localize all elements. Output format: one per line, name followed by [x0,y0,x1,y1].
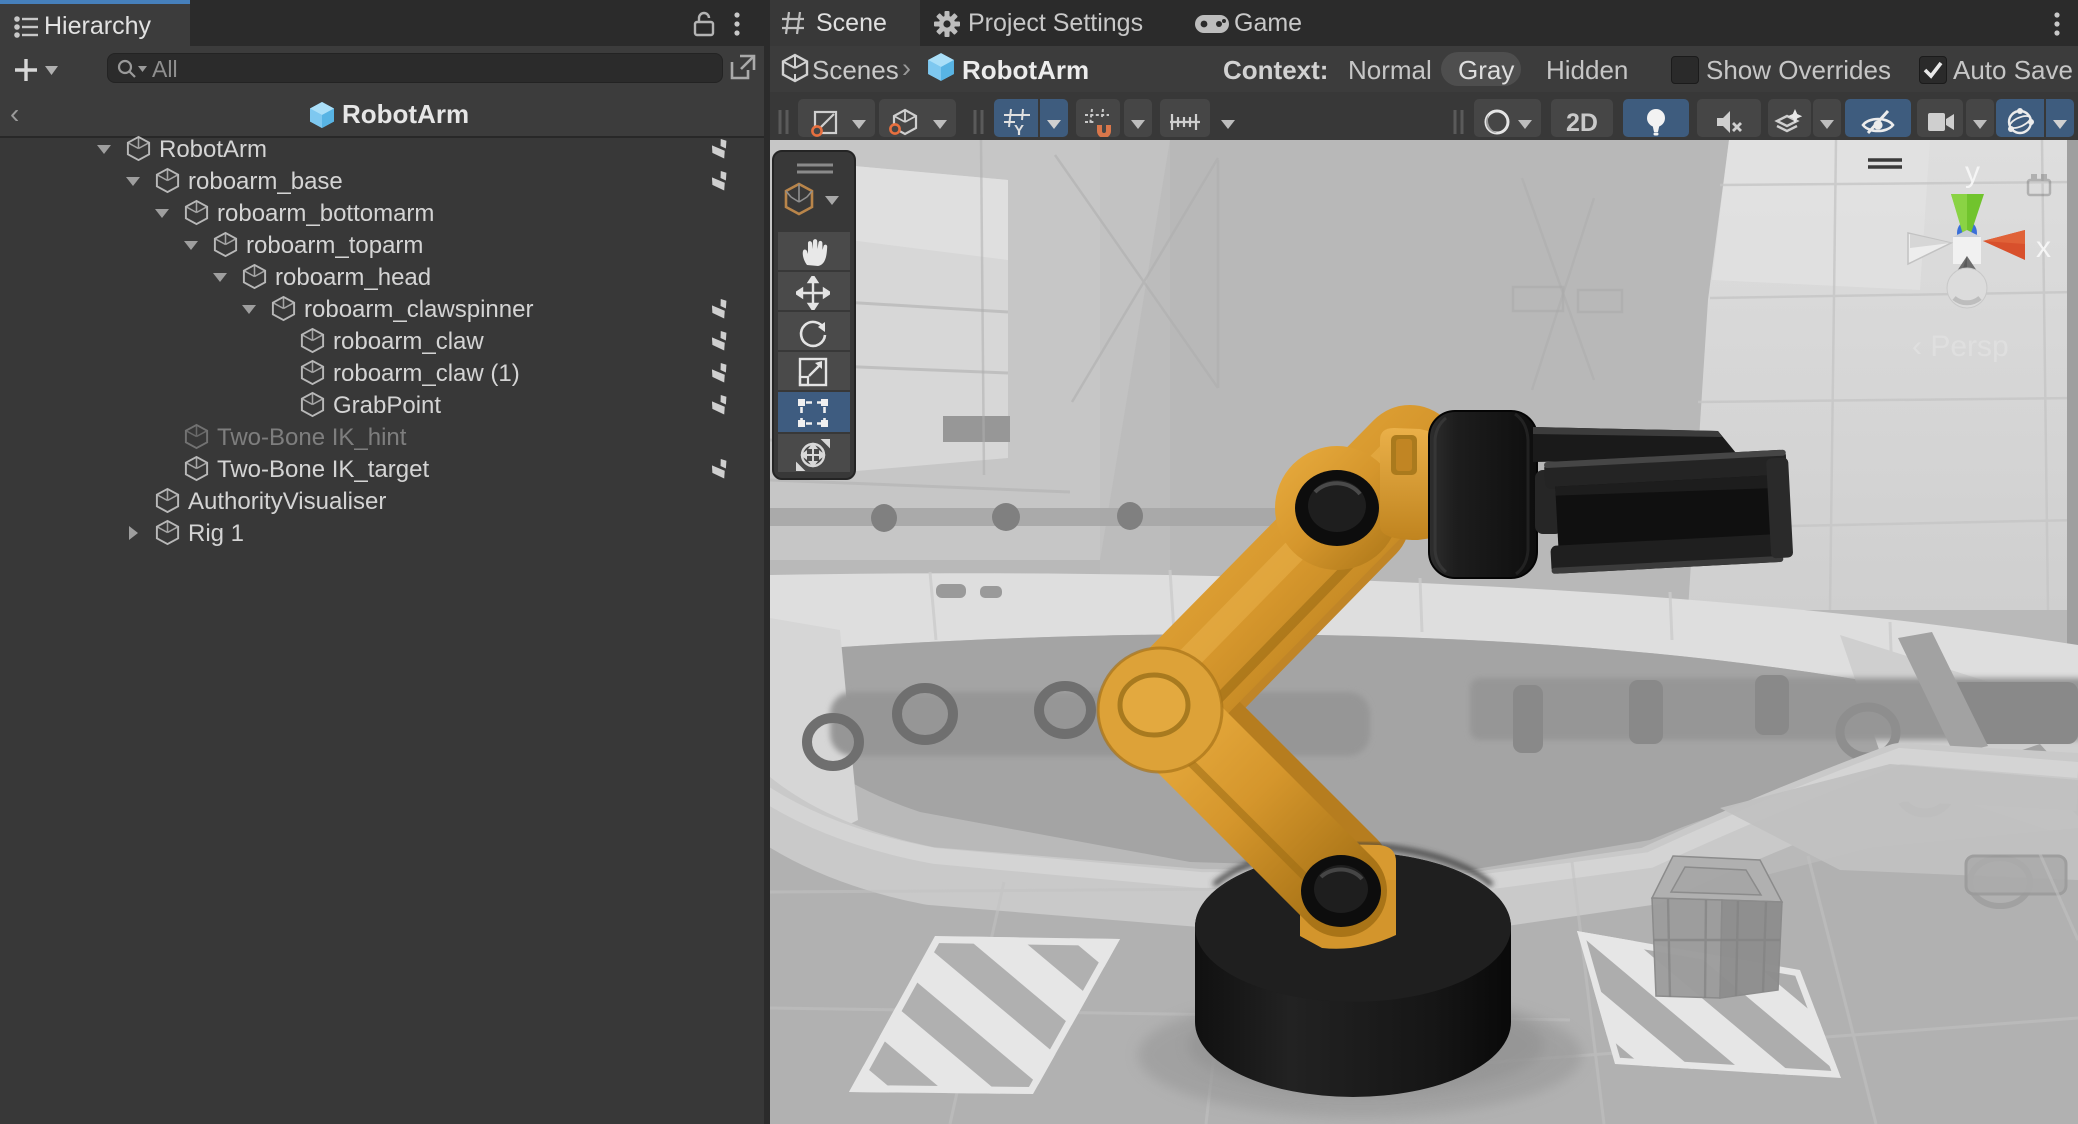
svg-text:Y: Y [1014,122,1024,137]
svg-text:y: y [1965,156,1980,189]
svg-text:x: x [2036,231,2051,264]
svg-text:‹ Persp: ‹ Persp [1912,330,2009,363]
